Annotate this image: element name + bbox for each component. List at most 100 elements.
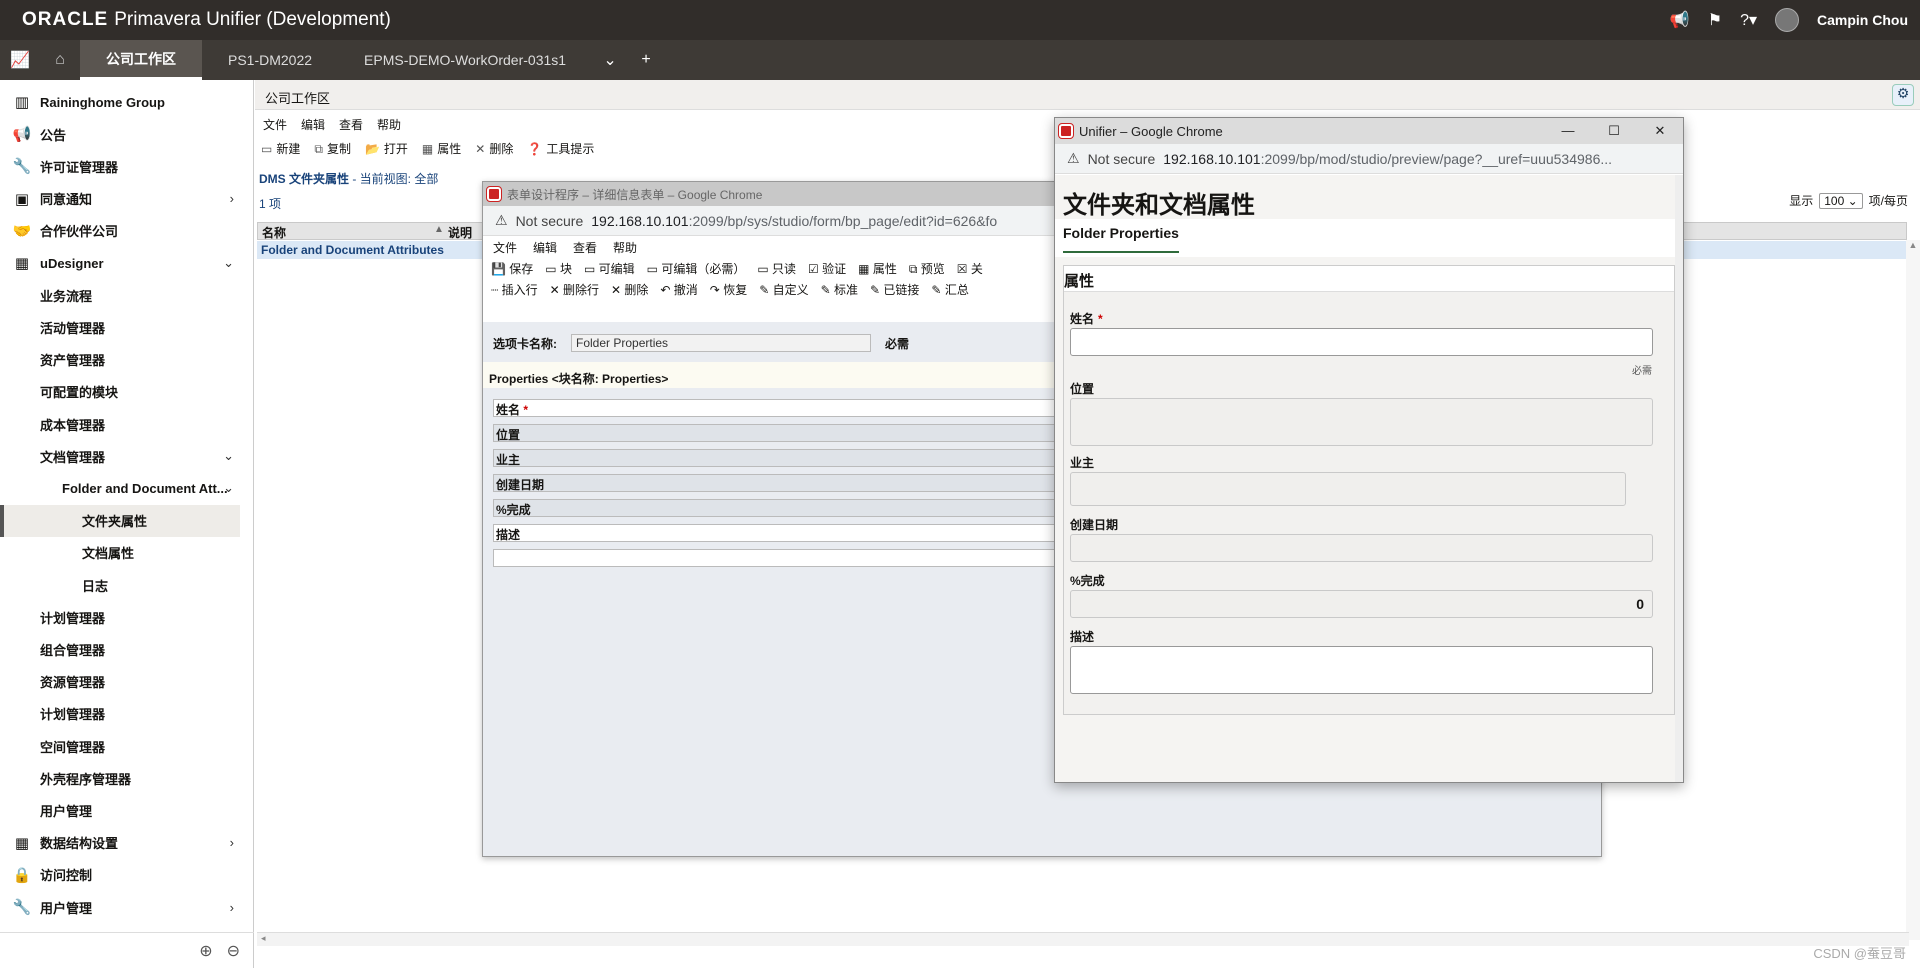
- tab-ps1-dm2022[interactable]: PS1-DM2022: [202, 40, 338, 80]
- oracle-logo[interactable]: ORACLE Primavera Unifier (Development): [0, 9, 391, 31]
- editable-required-button[interactable]: ▭ 可编辑（必需）: [647, 260, 746, 277]
- address-bar[interactable]: ⚠ Not secure 192.168.10.101:2099/bp/mod/…: [1055, 144, 1683, 174]
- redo-button[interactable]: ↷ 恢复: [710, 281, 747, 298]
- field-percent[interactable]: %完成: [493, 499, 1063, 517]
- field-owner[interactable]: 业主: [493, 449, 1063, 467]
- sidebar-item[interactable]: ▦ uDesigner ⌄: [0, 247, 254, 279]
- chevron-down-icon[interactable]: ⌄: [223, 448, 234, 464]
- field-description[interactable]: 描述: [493, 524, 1063, 542]
- undo-button[interactable]: ↶ 撤消: [660, 281, 697, 298]
- sidebar-item[interactable]: Folder and Document Att... ⌄: [0, 472, 254, 504]
- chevron-right-icon[interactable]: ›: [230, 900, 234, 915]
- menu-file[interactable]: 文件: [493, 239, 517, 256]
- insert-row-button[interactable]: ┈ 插入行: [491, 281, 538, 298]
- chevron-down-icon[interactable]: ⌄: [223, 480, 234, 496]
- chevron-right-icon[interactable]: ›: [230, 835, 234, 850]
- home-icon[interactable]: ⌂: [40, 40, 80, 80]
- chevron-right-icon[interactable]: ›: [230, 191, 234, 206]
- field-location[interactable]: 位置: [493, 424, 1063, 442]
- sidebar-item[interactable]: 文件夹属性: [0, 504, 240, 537]
- new-button[interactable]: ▭ 新建: [261, 140, 300, 157]
- delete-button[interactable]: ✕ 删除: [611, 281, 648, 298]
- sidebar-item[interactable]: 日志: [0, 569, 254, 601]
- sidebar-item[interactable]: 可配置的模块: [0, 376, 254, 408]
- delete-row-button[interactable]: ✕ 删除行: [550, 281, 599, 298]
- add-tab-icon[interactable]: +: [628, 40, 664, 80]
- delete-button[interactable]: ✕ 删除: [475, 140, 513, 157]
- readonly-button[interactable]: ▭ 只读: [757, 260, 796, 277]
- sidebar-item[interactable]: 空间管理器: [0, 730, 254, 762]
- sidebar-item[interactable]: 业务流程: [0, 279, 254, 311]
- properties-button[interactable]: ▦ 属性: [422, 140, 461, 157]
- sidebar-item[interactable]: 🔧 用户管理 ›: [0, 891, 254, 923]
- tab-folder-properties[interactable]: Folder Properties: [1063, 225, 1179, 253]
- block-button[interactable]: ▭ 块: [545, 260, 572, 277]
- linked-button[interactable]: ✎ 已链接: [870, 281, 919, 298]
- sort-asc-icon[interactable]: ▲: [434, 224, 444, 235]
- sidebar-item[interactable]: 🔒 访问控制: [0, 859, 254, 891]
- sidebar-item[interactable]: 成本管理器: [0, 408, 254, 440]
- menu-help[interactable]: 帮助: [377, 116, 401, 133]
- vertical-scrollbar[interactable]: [1675, 175, 1683, 782]
- menu-view[interactable]: 查看: [339, 116, 363, 133]
- tab-name-input[interactable]: [571, 334, 871, 352]
- horizontal-scrollbar[interactable]: ◂: [257, 932, 1909, 946]
- menu-edit[interactable]: 编辑: [533, 239, 557, 256]
- column-name[interactable]: 名称: [262, 224, 286, 241]
- view-value[interactable]: 全部: [414, 172, 438, 186]
- sidebar-item[interactable]: 📢 公告: [0, 118, 254, 150]
- sidebar-item[interactable]: 计划管理器: [0, 601, 254, 633]
- validate-button[interactable]: ☑ 验证: [808, 260, 846, 277]
- name-input[interactable]: [1070, 328, 1653, 356]
- sidebar-item[interactable]: ▥ Raininghome Group: [0, 86, 254, 118]
- chevron-down-icon[interactable]: ⌄: [592, 40, 628, 80]
- bookmark-icon[interactable]: ⚑: [1708, 10, 1722, 30]
- collapse-all-icon[interactable]: ⊖: [227, 941, 240, 961]
- expand-all-icon[interactable]: ⊕: [199, 941, 212, 961]
- save-button[interactable]: 💾 保存: [491, 260, 533, 277]
- maximize-icon[interactable]: ☐: [1591, 118, 1637, 144]
- sidebar-item[interactable]: 🔧 许可证管理器: [0, 150, 254, 182]
- help-icon[interactable]: ?▾: [1740, 10, 1757, 30]
- field-empty[interactable]: [493, 549, 1063, 567]
- announcement-icon[interactable]: 📢: [1670, 10, 1690, 30]
- vertical-scrollbar[interactable]: ▲: [1906, 240, 1920, 940]
- close-icon[interactable]: ✕: [1637, 118, 1683, 144]
- avatar[interactable]: [1775, 8, 1799, 32]
- sidebar-item[interactable]: 用户管理: [0, 794, 254, 826]
- per-page-select[interactable]: 100 ⌄: [1819, 192, 1863, 209]
- close-button[interactable]: ☒ 关: [957, 260, 983, 277]
- tooltip-button[interactable]: ❓ 工具提示: [527, 140, 594, 157]
- sidebar-item[interactable]: 🤝 合作伙伴公司: [0, 215, 254, 247]
- dashboard-icon[interactable]: 📈: [0, 40, 40, 80]
- description-textarea[interactable]: [1070, 646, 1653, 694]
- gear-icon[interactable]: ⚙: [1892, 84, 1914, 106]
- sidebar-item[interactable]: 资源管理器: [0, 666, 254, 698]
- menu-file[interactable]: 文件: [263, 116, 287, 133]
- window-titlebar[interactable]: Unifier – Google Chrome — ☐ ✕: [1055, 118, 1683, 144]
- sidebar-item[interactable]: 组合管理器: [0, 633, 254, 665]
- tab-company-workspace[interactable]: 公司工作区: [80, 40, 202, 80]
- open-button[interactable]: 📂 打开: [365, 140, 408, 157]
- summary-button[interactable]: ✎ 汇总: [931, 281, 968, 298]
- tab-epms-demo[interactable]: EPMS-DEMO-WorkOrder-031s1: [338, 40, 592, 80]
- editable-button[interactable]: ▭ 可编辑: [584, 260, 635, 277]
- sidebar-item[interactable]: 外壳程序管理器: [0, 762, 254, 794]
- menu-help[interactable]: 帮助: [613, 239, 637, 256]
- menu-edit[interactable]: 编辑: [301, 116, 325, 133]
- sidebar-item[interactable]: ▦ 数据结构设置 ›: [0, 827, 254, 859]
- sidebar-item[interactable]: 计划管理器: [0, 698, 254, 730]
- custom-button[interactable]: ✎ 自定义: [759, 281, 808, 298]
- copy-button[interactable]: ⧉ 复制: [314, 140, 351, 157]
- column-description[interactable]: 说明: [448, 224, 472, 241]
- user-name[interactable]: Campin Chou: [1817, 12, 1908, 28]
- sidebar-item[interactable]: 资产管理器: [0, 344, 254, 376]
- chevron-down-icon[interactable]: ⌄: [223, 255, 234, 271]
- sidebar-item[interactable]: 文档管理器 ⌄: [0, 440, 254, 472]
- field-created[interactable]: 创建日期: [493, 474, 1063, 492]
- minimize-icon[interactable]: —: [1545, 118, 1591, 144]
- sidebar-item[interactable]: ▣ 同意通知 ›: [0, 183, 254, 215]
- preview-button[interactable]: ⧉ 预览: [909, 260, 945, 277]
- properties-button[interactable]: ▦ 属性: [858, 260, 897, 277]
- standard-button[interactable]: ✎ 标准: [821, 281, 858, 298]
